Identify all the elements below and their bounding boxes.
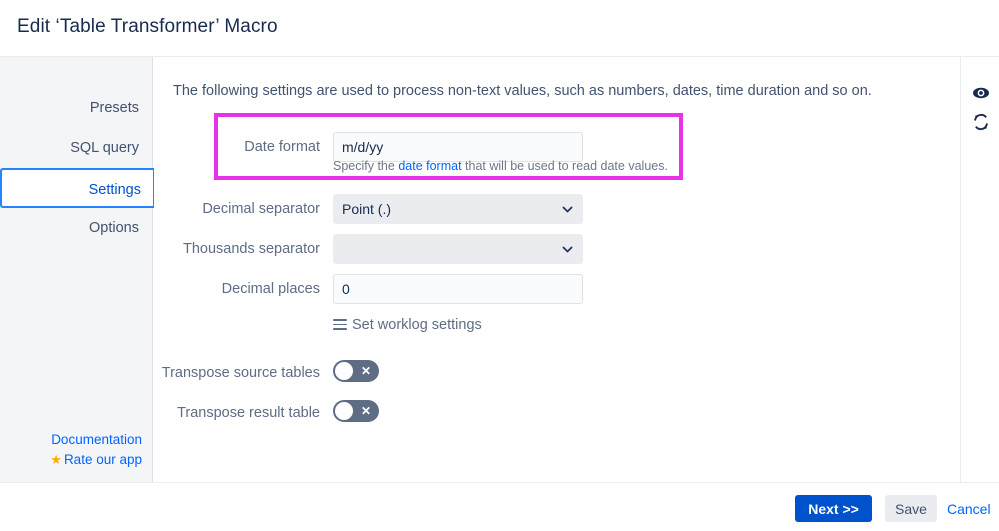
row-date-format: Date format Specify the date format that… xyxy=(154,127,960,167)
date-format-help-link[interactable]: date format xyxy=(398,159,461,173)
row-decimal-separator: Decimal separator Point (.) xyxy=(154,189,960,229)
settings-form: Date format Specify the date format that… xyxy=(154,127,960,433)
toggle-knob xyxy=(335,362,353,380)
refresh-button[interactable] xyxy=(970,111,992,133)
rate-our-app-label: Rate our app xyxy=(64,452,142,467)
sidebar-nav: Presets SQL query Settings Options xyxy=(0,88,153,248)
decimal-places-field xyxy=(333,274,583,304)
decimal-separator-label: Decimal separator xyxy=(154,189,320,229)
sidebar: Presets SQL query Settings Options Docum… xyxy=(0,57,153,482)
row-transpose-result-table: Transpose result table ✕ xyxy=(154,393,960,433)
eye-icon xyxy=(970,82,992,104)
hamburger-icon xyxy=(333,319,347,330)
sidebar-item-presets[interactable]: Presets xyxy=(0,88,153,128)
save-button[interactable]: Save xyxy=(885,495,937,522)
decimal-places-input[interactable] xyxy=(333,274,583,304)
sidebar-item-settings[interactable]: Settings xyxy=(0,168,155,208)
row-transpose-source-tables: Transpose source tables ✕ xyxy=(154,353,960,393)
transpose-source-label: Transpose source tables xyxy=(154,353,320,393)
helper-prefix: Specify the xyxy=(333,159,398,173)
row-decimal-places: Decimal places xyxy=(154,269,960,309)
chevron-down-icon xyxy=(562,244,573,255)
sidebar-item-label: Settings xyxy=(89,182,141,198)
cancel-button[interactable]: Cancel xyxy=(941,495,991,522)
panel-description: The following settings are used to proce… xyxy=(173,83,872,99)
helper-suffix: that will be used to read date values. xyxy=(462,159,668,173)
set-worklog-settings-link[interactable]: Set worklog settings xyxy=(333,317,482,333)
transpose-result-label: Transpose result table xyxy=(154,393,320,433)
toggle-off-icon: ✕ xyxy=(361,360,371,382)
date-format-field xyxy=(333,132,583,162)
decimal-separator-field: Point (.) xyxy=(333,194,583,224)
dialog-header: Edit ‘Table Transformer’ Macro xyxy=(0,0,999,57)
dialog-footer: Next >> Save Cancel xyxy=(0,482,999,531)
toggle-knob xyxy=(335,402,353,420)
thousands-separator-field xyxy=(333,234,583,264)
next-button[interactable]: Next >> xyxy=(795,495,872,522)
sidebar-item-options[interactable]: Options xyxy=(0,208,153,248)
row-worklog-settings: Set worklog settings xyxy=(154,317,960,347)
decimal-separator-value: Point (.) xyxy=(342,201,391,217)
sidebar-item-label: Presets xyxy=(90,100,139,116)
sidebar-item-sql-query[interactable]: SQL query xyxy=(0,128,153,168)
toggle-off-icon: ✕ xyxy=(361,400,371,422)
refresh-icon xyxy=(970,111,992,133)
date-format-label: Date format xyxy=(154,127,320,167)
transpose-result-toggle[interactable]: ✕ xyxy=(333,400,379,422)
sidebar-item-label: SQL query xyxy=(70,140,139,156)
set-worklog-settings-label: Set worklog settings xyxy=(352,317,482,333)
decimal-separator-select[interactable]: Point (.) xyxy=(333,194,583,224)
settings-panel: The following settings are used to proce… xyxy=(154,57,960,482)
transpose-source-toggle[interactable]: ✕ xyxy=(333,360,379,382)
right-rail xyxy=(960,57,999,482)
star-icon: ★ xyxy=(50,452,62,467)
sidebar-links: Documentation ★Rate our app xyxy=(0,430,153,470)
row-thousands-separator: Thousands separator xyxy=(154,229,960,269)
macro-editor-dialog: Edit ‘Table Transformer’ Macro Presets S… xyxy=(0,0,999,531)
chevron-down-icon xyxy=(562,204,573,215)
page-title: Edit ‘Table Transformer’ Macro xyxy=(17,16,278,38)
date-format-input[interactable] xyxy=(333,132,583,162)
documentation-link[interactable]: Documentation xyxy=(0,430,142,450)
date-format-helper: Specify the date format that will be use… xyxy=(333,159,668,173)
thousands-separator-select[interactable] xyxy=(333,234,583,264)
thousands-separator-label: Thousands separator xyxy=(154,229,320,269)
sidebar-item-label: Options xyxy=(89,220,139,236)
rate-our-app-link[interactable]: ★Rate our app xyxy=(0,450,142,470)
decimal-places-label: Decimal places xyxy=(154,269,320,309)
preview-button[interactable] xyxy=(970,82,992,104)
